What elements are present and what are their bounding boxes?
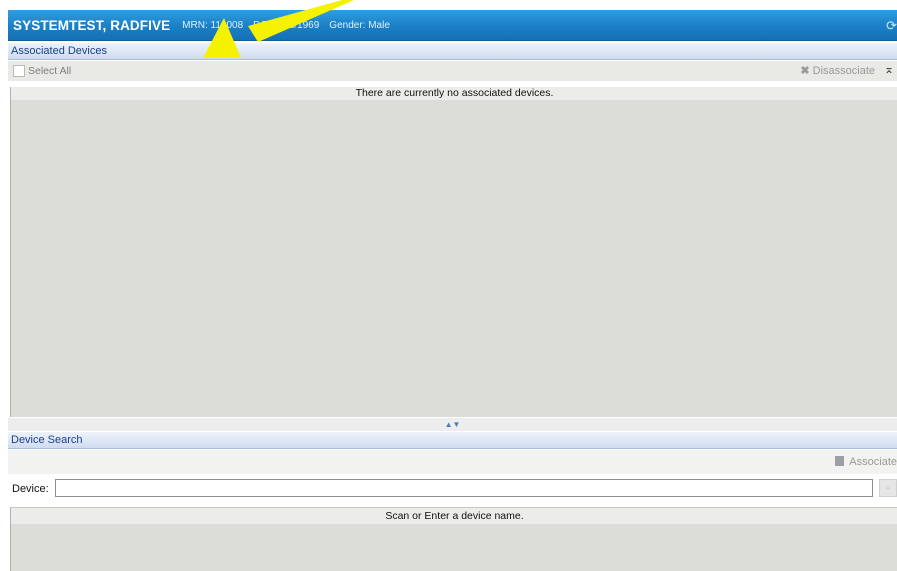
- panel-splitter[interactable]: ▲▼: [8, 418, 897, 431]
- device-search-toolbar: Associate: [8, 450, 897, 474]
- device-search-title: Device Search: [11, 434, 83, 446]
- patient-gender: Gender: Male: [329, 19, 390, 31]
- patient-banner: SYSTEMTEST, RADFIVE MRN: 110008 DOB: 8/8…: [8, 10, 897, 41]
- top-strip: [0, 0, 897, 10]
- disassociate-label: Disassociate: [812, 65, 875, 77]
- patient-dob: DOB: 8/8/1969: [253, 19, 320, 31]
- puzzle-icon: ✖: [800, 65, 810, 77]
- associate-icon: [835, 456, 845, 466]
- empty-message: There are currently no associated device…: [11, 87, 897, 100]
- associated-devices-title: Associated Devices: [11, 45, 107, 57]
- search-icon[interactable]: ⌕: [879, 479, 897, 497]
- select-all-label[interactable]: Select All: [28, 65, 71, 77]
- results-message: Scan or Enter a device name.: [11, 508, 897, 524]
- patient-mrn: MRN: 110008: [182, 19, 244, 31]
- refresh-icon[interactable]: ⟳: [886, 18, 897, 34]
- associate-button[interactable]: Associate: [835, 456, 897, 468]
- associated-devices-header: Associated Devices: [8, 43, 897, 60]
- device-field-label: Device:: [12, 483, 49, 495]
- associated-devices-list: There are currently no associated device…: [10, 87, 897, 417]
- associate-label: Associate: [849, 456, 897, 468]
- splitter-arrows-icon[interactable]: ▲▼: [445, 420, 461, 429]
- collapse-icon[interactable]: ⌅: [884, 62, 894, 76]
- associated-devices-toolbar: Select All ✖ Disassociate ⌅: [8, 61, 897, 81]
- device-search-header: Device Search: [8, 432, 897, 449]
- patient-name: SYSTEMTEST, RADFIVE: [13, 17, 171, 33]
- device-input[interactable]: [55, 479, 873, 497]
- disassociate-button[interactable]: ✖ Disassociate: [800, 64, 875, 77]
- device-search-results: Scan or Enter a device name.: [10, 507, 897, 571]
- select-all-checkbox[interactable]: [13, 65, 25, 77]
